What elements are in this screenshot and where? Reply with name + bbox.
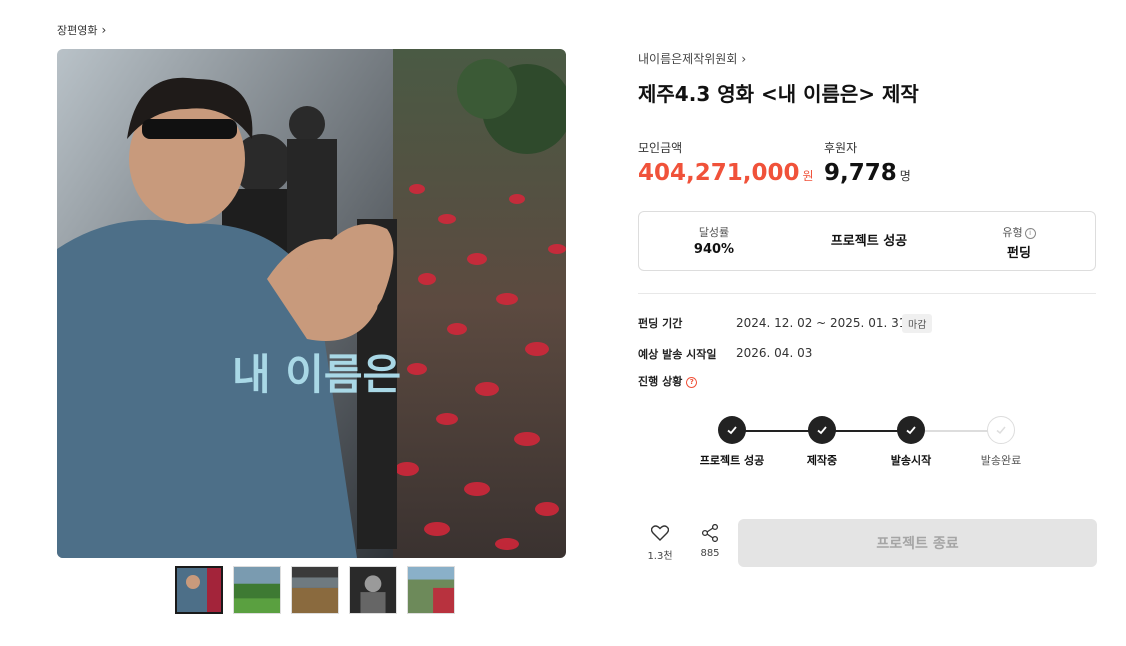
- amount-unit: 원: [802, 169, 814, 183]
- step-2-label: 제작중: [806, 454, 838, 467]
- progress-label: 진행 상황: [638, 375, 683, 388]
- status-column: 프로젝트 성공: [809, 212, 929, 272]
- ship-label: 예상 발송 시작일: [638, 348, 717, 361]
- backers-label: 후원자: [824, 141, 858, 155]
- like-button[interactable]: 1.3천: [645, 525, 675, 562]
- rate-column: 달성률 940%: [669, 212, 759, 272]
- backers-number: 9,778: [824, 160, 897, 186]
- ship-value: 2026. 04. 03: [736, 346, 813, 360]
- progress-label-row: 진행 상황?: [638, 373, 698, 389]
- breadcrumb-label: 장편영화: [57, 24, 98, 37]
- summary-box: 달성률 940% 프로젝트 성공 유형 i 펀딩: [638, 211, 1096, 271]
- step-1-marker: [718, 416, 746, 444]
- status-text: 프로젝트 성공: [830, 234, 908, 249]
- thumbnail-strip: [175, 566, 455, 614]
- thumbnail-1[interactable]: [175, 566, 223, 614]
- status-badge: 마감: [902, 314, 933, 333]
- backers-unit: 명: [899, 169, 911, 183]
- amount-number: 404,271,000: [638, 160, 800, 186]
- creator-link[interactable]: 내이름은제작위원회 ›: [638, 50, 746, 67]
- check-icon: [996, 426, 1006, 435]
- divider: [638, 293, 1096, 294]
- check-icon: [727, 426, 737, 435]
- backers-value: 9,778 명: [824, 160, 911, 186]
- type-label-row: 유형 i: [974, 224, 1064, 240]
- period-value: 2024. 12. 02 ~ 2025. 01. 31: [736, 316, 907, 330]
- like-count: 1.3천: [647, 551, 673, 562]
- amount-label: 모인금액: [638, 141, 683, 155]
- thumbnail-2[interactable]: [233, 566, 281, 614]
- heart-icon: [650, 525, 670, 541]
- project-ended-button[interactable]: 프로젝트 종료: [738, 519, 1097, 567]
- check-icon: [817, 426, 827, 435]
- step-3-label: 발송시작: [890, 454, 932, 467]
- check-icon: [906, 426, 916, 435]
- rate-value: 940%: [693, 242, 735, 257]
- breadcrumb[interactable]: 장편영화 ›: [57, 22, 106, 38]
- share-count: 885: [700, 548, 720, 559]
- share-button[interactable]: 885: [695, 523, 725, 559]
- step-1-label: 프로젝트 성공: [699, 454, 765, 467]
- step-3-marker: [897, 416, 925, 444]
- step-2-marker: [808, 416, 836, 444]
- chevron-right-icon: ›: [101, 23, 107, 37]
- type-label: 유형: [1002, 226, 1023, 239]
- step-4-marker: [987, 416, 1015, 444]
- page-title: 제주4.3 영화 <내 이름은> 제작: [638, 82, 919, 106]
- step-4-label: 발송완료: [980, 454, 1022, 467]
- rate-label: 달성률: [698, 226, 730, 239]
- type-value: 펀딩: [1007, 246, 1031, 261]
- thumbnail-5[interactable]: [407, 566, 455, 614]
- chevron-right-icon: ›: [741, 51, 747, 66]
- amount-value: 404,271,000 원: [638, 160, 814, 186]
- hero-overlay-text: 내 이름은: [232, 350, 401, 399]
- creator-name: 내이름은제작위원회: [638, 52, 738, 66]
- thumbnail-3[interactable]: [291, 566, 339, 614]
- hero-illustration: 내 이름은: [57, 49, 566, 558]
- info-icon[interactable]: i: [1024, 228, 1036, 239]
- thumbnail-4[interactable]: [349, 566, 397, 614]
- progress-steps: 프로젝트 성공 제작중 발송시작 발송완료: [690, 414, 1050, 474]
- period-label: 펀딩 기간: [638, 317, 683, 330]
- type-column: 유형 i 펀딩: [974, 212, 1064, 272]
- share-icon: [701, 523, 719, 543]
- help-icon[interactable]: ?: [686, 377, 698, 388]
- hero-image: 내 이름은: [57, 49, 566, 558]
